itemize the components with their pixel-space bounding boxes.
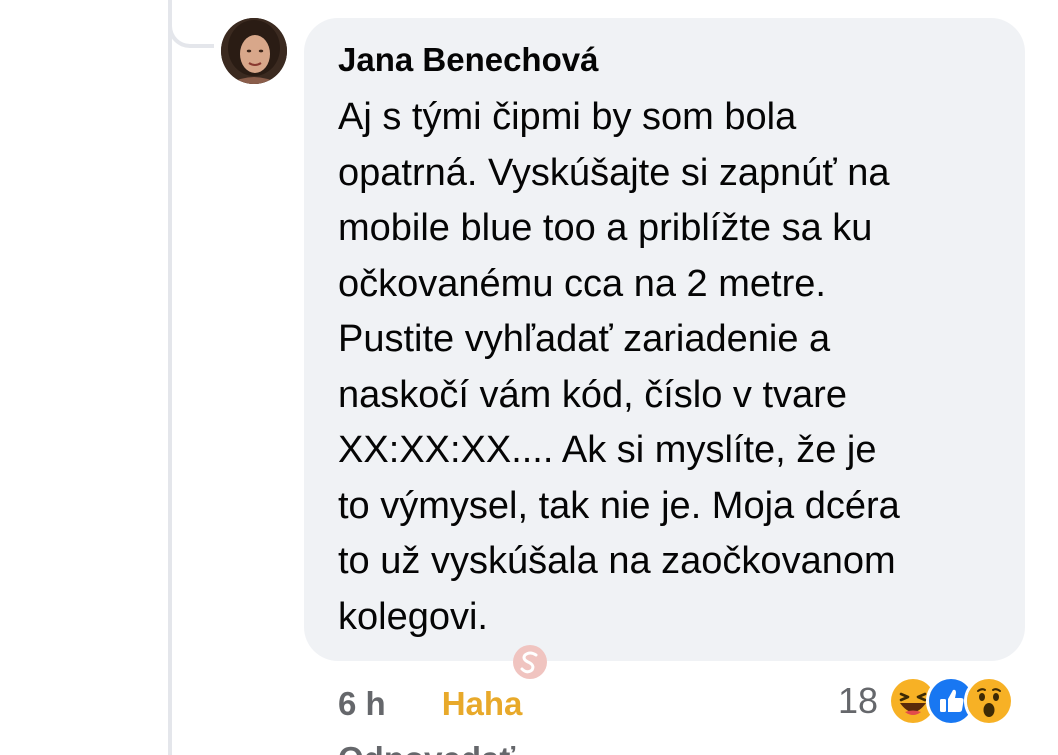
- reactions-summary[interactable]: 18: [838, 676, 1015, 726]
- reaction-count[interactable]: 18: [838, 680, 878, 722]
- haha-reaction-button[interactable]: Haha: [442, 685, 523, 723]
- reply-button[interactable]: Odpovedať: [338, 740, 515, 755]
- comment-actions: 6 h Haha: [338, 682, 522, 726]
- avatar[interactable]: [221, 18, 287, 84]
- wow-icon: [964, 676, 1015, 726]
- comment-timestamp[interactable]: 6 h: [338, 685, 386, 723]
- thread-branch: [168, 0, 214, 48]
- reaction-icons: [888, 676, 1015, 726]
- comment-author[interactable]: Jana Benechová: [338, 40, 991, 80]
- comment-text: Aj s tými čipmi by som bola opatrná. Vys…: [338, 96, 900, 638]
- thread-line: [168, 0, 172, 755]
- watermark-logo-icon: [512, 644, 548, 680]
- comment-thread: Jana Benechová Aj s tými čipmi by som bo…: [0, 0, 1058, 755]
- comment-bubble: Jana Benechová Aj s tými čipmi by som bo…: [304, 18, 1025, 661]
